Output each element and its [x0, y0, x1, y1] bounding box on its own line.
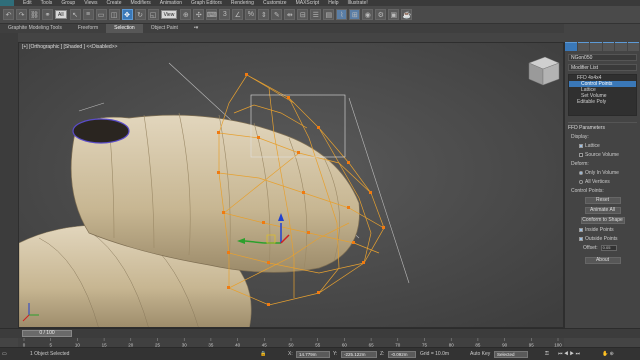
time-slider-bar: 0 / 100	[0, 328, 640, 338]
maxscript-listener-icon[interactable]: ▭	[2, 351, 7, 357]
create-tab-icon[interactable]	[565, 42, 577, 51]
undo-icon[interactable]: ↶	[3, 9, 14, 20]
z-coordinate-field[interactable]: -0.092m	[388, 351, 416, 358]
orthographic-viewport[interactable]: [+] [Orthographic ] [Shaded ] <<Disabled…	[18, 42, 564, 328]
key-mode-dropdown[interactable]: Selected	[494, 351, 528, 358]
snap-toggle-icon[interactable]: 3	[219, 9, 231, 20]
offset-spinner[interactable]: 0.05	[600, 245, 617, 251]
object-name-field[interactable]: NGon050	[568, 54, 637, 61]
selection-status: 1 Object Selected	[30, 351, 70, 357]
grid-status: Grid = 10.0m	[420, 351, 450, 357]
command-panel: NGon050 Modifier List FFD 4x4x4 Control …	[564, 42, 640, 328]
auto-key-button[interactable]: Auto Key	[470, 351, 490, 357]
main-toolbar: ↶ ↷ ⛓ ⚭ All ↖ ≡ ▭ ◫ ✥ ↻ ◱ View ⊕ ✣ ⌨ 3 ∠…	[0, 6, 640, 24]
move-icon[interactable]: ✥	[121, 9, 133, 20]
link-icon[interactable]: ⛓	[29, 9, 40, 20]
x-coordinate-field[interactable]: 14.779m	[296, 351, 330, 358]
selection-filter-dropdown[interactable]: All	[55, 10, 67, 19]
render-icon[interactable]: ☕	[401, 9, 413, 20]
y-label: Y:	[333, 351, 338, 357]
track-bar[interactable]: 0 5 10 15 20 25 30 35 40 45 50 55 60 65 70 75 80 85 90 95 10…	[18, 338, 564, 347]
motion-tab-icon[interactable]	[602, 42, 614, 51]
mirror-icon[interactable]: ⇹	[284, 9, 296, 20]
curve-editor-icon[interactable]: ⌇	[336, 9, 348, 20]
display-group-label: Display:	[571, 134, 589, 140]
only-in-volume-radio[interactable]: Only In Volume	[579, 170, 640, 176]
outside-points-checkbox[interactable]: Outside Points	[579, 236, 640, 242]
viewport-nav-icon[interactable]: ✋ ⊕	[602, 351, 614, 357]
scale-icon[interactable]: ◱	[147, 9, 159, 20]
angle-snap-icon[interactable]: ∠	[232, 9, 244, 20]
display-tab-icon[interactable]	[615, 42, 627, 51]
about-button[interactable]: About	[584, 257, 621, 264]
material-editor-icon[interactable]: ◉	[362, 9, 374, 20]
schematic-view-icon[interactable]: ⊞	[349, 9, 361, 20]
x-label: X:	[288, 351, 293, 357]
viewport-label[interactable]: [+] [Orthographic ] [Shaded ] <<Disabled…	[22, 44, 117, 50]
keyboard-shortcut-icon[interactable]: ⌨	[206, 9, 218, 20]
pivot-icon[interactable]: ⊕	[180, 9, 192, 20]
lock-selection-icon[interactable]: 🔒	[260, 351, 266, 357]
spinner-snap-icon[interactable]: ⇕	[258, 9, 270, 20]
shell-opening	[72, 118, 130, 144]
render-setup-icon[interactable]: ⚙	[375, 9, 387, 20]
tab-selection[interactable]: Selection	[106, 24, 143, 33]
select-arrow-icon[interactable]: ↖	[69, 9, 81, 20]
set-key-icon[interactable]: ⚿	[545, 351, 549, 357]
playback-controls-icon[interactable]: ⏮ ◀ ▶ ⏭	[558, 351, 580, 357]
tab-object-paint[interactable]: Object Paint	[143, 24, 186, 33]
status-bar: ▭ 1 Object Selected 🔒 X: 14.779m Y: -225…	[0, 347, 640, 360]
align-icon[interactable]: ⊟	[297, 9, 309, 20]
layer-manager-icon[interactable]: ☰	[310, 9, 322, 20]
tab-freeform[interactable]: Freeform	[70, 24, 106, 33]
render-frame-icon[interactable]: ▣	[388, 9, 400, 20]
ribbon-tabs: Graphite Modeling Tools Freeform Selecti…	[0, 24, 564, 33]
rotate-icon[interactable]: ↻	[134, 9, 146, 20]
rollout-ffd-parameters[interactable]: FFD Parameters	[568, 122, 637, 131]
modifier-stack: FFD 4x4x4 Control Points Lattice Set Vol…	[568, 74, 637, 116]
modify-tab-icon[interactable]	[577, 42, 589, 51]
track-ticks: 0 5 10 15 20 25 30 35 40 45 50 55 60 65 70 75 80 85 90 95 10…	[23, 338, 562, 347]
stack-item-editable-poly[interactable]: Editable Poly	[569, 99, 636, 105]
conform-to-shape-button[interactable]: Conform to Shape	[580, 217, 625, 224]
tab-graphite-modeling[interactable]: Graphite Modeling Tools	[0, 24, 70, 33]
ref-coord-dropdown[interactable]: View	[160, 10, 178, 19]
radio-icon	[579, 180, 583, 184]
rect-region-icon[interactable]: ▭	[95, 9, 107, 20]
time-slider[interactable]: 0 / 100	[22, 330, 72, 337]
redo-icon[interactable]: ↷	[16, 9, 27, 20]
deform-group-label: Deform:	[571, 161, 589, 167]
checkbox-checked-icon	[579, 237, 583, 241]
unlink-icon[interactable]: ⚭	[42, 9, 53, 20]
all-vertices-radio[interactable]: All Vertices	[579, 179, 640, 185]
manipulate-icon[interactable]: ✣	[193, 9, 205, 20]
control-points-group-label: Control Points:	[571, 188, 604, 194]
modifier-list-dropdown[interactable]: Modifier List	[568, 64, 637, 71]
lattice-checkbox[interactable]: Lattice	[579, 143, 640, 149]
hierarchy-tab-icon[interactable]	[590, 42, 602, 51]
command-panel-tabs	[565, 42, 640, 51]
offset-row: Offset: 0.05	[583, 245, 640, 251]
viewcube-icon[interactable]	[528, 56, 560, 86]
select-by-name-icon[interactable]: ≡	[82, 9, 94, 20]
z-label: Z:	[380, 351, 385, 357]
left-tool-strip	[0, 33, 18, 328]
checkbox-icon	[579, 153, 583, 157]
ribbon-options-icon[interactable]: •▾	[186, 24, 206, 33]
radio-selected-icon	[579, 171, 583, 175]
y-coordinate-field[interactable]: -225.122m	[341, 351, 377, 358]
utilities-tab-icon[interactable]	[627, 42, 639, 51]
reset-button[interactable]: Reset	[584, 197, 621, 204]
checkbox-checked-icon	[579, 228, 583, 232]
source-volume-checkbox[interactable]: Source Volume	[579, 152, 640, 158]
window-crossing-icon[interactable]: ◫	[108, 9, 120, 20]
named-selection-icon[interactable]: ✎	[271, 9, 283, 20]
checkbox-checked-icon	[579, 144, 583, 148]
percent-snap-icon[interactable]: %	[245, 9, 257, 20]
graphite-toggle-icon[interactable]: ▤	[323, 9, 335, 20]
viewport-scene	[19, 43, 563, 327]
animate-all-button[interactable]: Animate All	[584, 207, 621, 214]
inside-points-checkbox[interactable]: Inside Points	[579, 227, 640, 233]
